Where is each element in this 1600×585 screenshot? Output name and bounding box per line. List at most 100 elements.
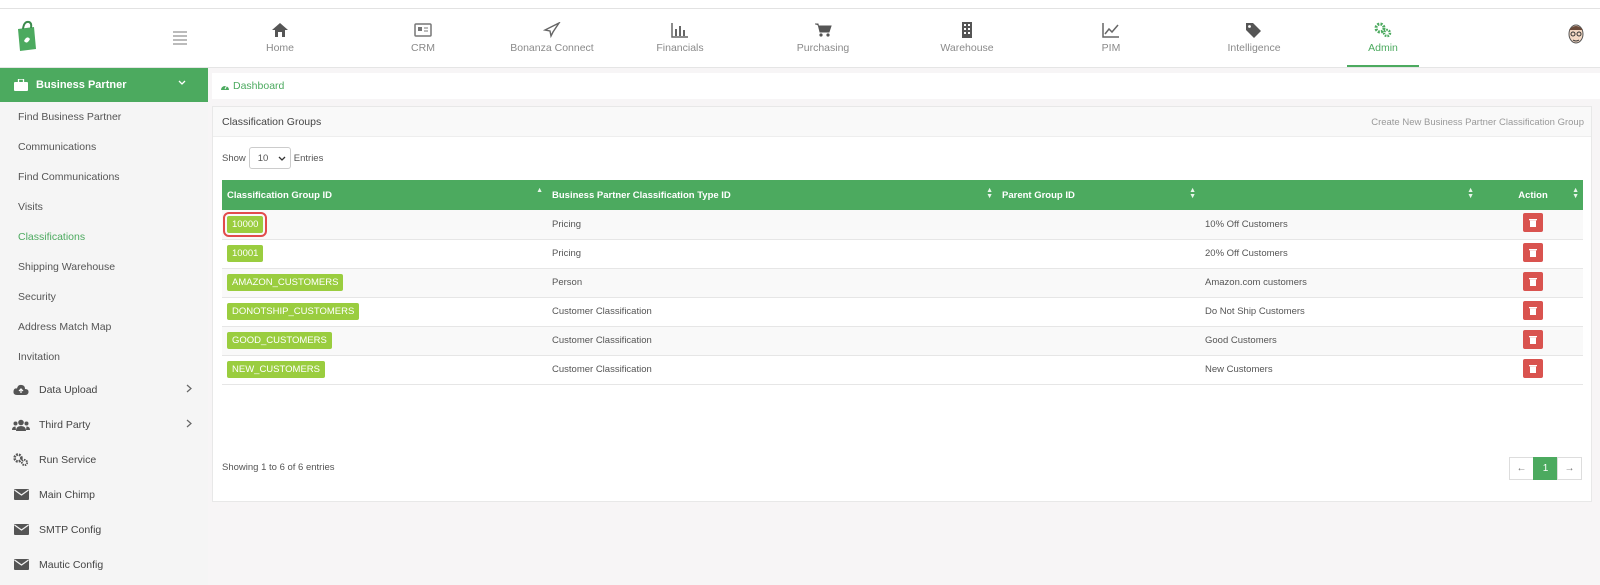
sidebar-group-main-chimp[interactable]: Main Chimp xyxy=(0,477,208,512)
sort-icon: ▲ ▼ xyxy=(986,187,993,200)
cart-icon xyxy=(815,23,832,37)
top-navigation: Home CRM Bonanza Connect Financials Purc… xyxy=(0,9,1600,68)
sidebar-item-invitation[interactable]: Invitation xyxy=(0,342,208,372)
nav-purchasing[interactable]: Purchasing xyxy=(773,9,873,67)
nav-bonanza-connect[interactable]: Bonanza Connect xyxy=(502,9,602,67)
description-cell: Do Not Ship Customers xyxy=(1205,306,1305,317)
column-header-classification-group-id[interactable]: Classification Group ID ▲ xyxy=(222,180,547,210)
delete-button[interactable] xyxy=(1523,300,1543,320)
column-header-description[interactable]: ▲ ▼ xyxy=(1200,180,1478,210)
breadcrumb: Dashboard xyxy=(212,73,1600,99)
panel-header: Classification Groups Create New Busines… xyxy=(213,107,1591,137)
table-header-row: Classification Group ID ▲ Business Partne… xyxy=(222,180,1583,210)
nav-label: Purchasing xyxy=(796,42,850,54)
entries-label: Entries xyxy=(293,152,324,164)
delete-button[interactable] xyxy=(1523,329,1543,349)
parent-cell xyxy=(997,239,1200,268)
entries-per-page-select[interactable]: 10 xyxy=(248,147,291,169)
sidebar-group-run-service[interactable]: Run Service xyxy=(0,442,208,477)
delete-button[interactable] xyxy=(1523,242,1543,262)
sidebar-item-address-match-map[interactable]: Address Match Map xyxy=(0,312,208,342)
column-header-parent-group-id[interactable]: Parent Group ID ▲ ▼ xyxy=(997,180,1200,210)
sidebar-item-shipping-warehouse[interactable]: Shipping Warehouse xyxy=(0,252,208,282)
type-cell: Customer Classification xyxy=(552,335,652,346)
delete-button[interactable] xyxy=(1523,271,1543,291)
description-cell: Good Customers xyxy=(1205,335,1277,346)
sidebar-group-smtp-config[interactable]: SMTP Config xyxy=(0,512,208,547)
sidebar-item-find-business-partner[interactable]: Find Business Partner xyxy=(0,102,208,132)
delete-button[interactable] xyxy=(1523,213,1543,233)
classification-id-link[interactable]: AMAZON_CUSTOMERS xyxy=(227,274,344,291)
crm-icon xyxy=(414,23,432,37)
pagination-next[interactable]: → xyxy=(1557,457,1582,480)
sidebar-item-communications[interactable]: Communications xyxy=(0,132,208,162)
sort-icon: ▲ ▼ xyxy=(1189,187,1196,200)
create-classification-group-link[interactable]: Create New Business Partner Classificati… xyxy=(1371,117,1584,128)
gears-icon xyxy=(1374,22,1392,38)
column-header-label: Business Partner Classification Type ID xyxy=(552,189,731,201)
classification-id-link[interactable]: 10001 xyxy=(227,245,264,262)
column-header-label: Parent Group ID xyxy=(1002,189,1075,201)
classification-id-link[interactable]: NEW_CUSTOMERS xyxy=(227,361,325,378)
nav-crm[interactable]: CRM xyxy=(373,9,473,67)
sort-asc-icon: ▲ xyxy=(536,187,543,194)
sidebar-group-label: SMTP Config xyxy=(39,523,102,536)
home-icon xyxy=(272,23,288,37)
classification-id-link[interactable]: DONOTSHIP_CUSTOMERS xyxy=(227,303,360,320)
nav-warehouse[interactable]: Warehouse xyxy=(917,9,1017,67)
nav-intelligence[interactable]: Intelligence xyxy=(1204,9,1304,67)
trash-icon xyxy=(1529,306,1537,315)
nav-label: Warehouse xyxy=(940,42,994,54)
chevron-down-icon xyxy=(278,156,286,161)
classification-id-link[interactable]: 10000 xyxy=(222,211,268,237)
trash-icon xyxy=(1529,248,1537,257)
table-row: 10000 Pricing 10% Off Customers xyxy=(222,210,1583,239)
sidebar-item-find-communications[interactable]: Find Communications xyxy=(0,162,208,192)
description-cell: New Customers xyxy=(1205,364,1273,375)
delete-button[interactable] xyxy=(1523,358,1543,378)
sidebar-group-label: Run Service xyxy=(39,453,97,466)
parent-cell xyxy=(997,326,1200,355)
envelope-icon xyxy=(13,489,29,500)
sort-icon: ▲ ▼ xyxy=(1572,187,1579,200)
menu-toggle-icon[interactable] xyxy=(173,31,187,47)
sidebar-group-mautic-config[interactable]: Mautic Config xyxy=(0,547,208,582)
tags-icon xyxy=(1246,23,1261,38)
user-avatar[interactable] xyxy=(1566,22,1586,48)
panel-title: Classification Groups xyxy=(222,116,322,128)
sidebar-section-business-partner[interactable]: Business Partner xyxy=(0,68,208,102)
column-header-action[interactable]: Action ▲ ▼ xyxy=(1478,180,1583,210)
breadcrumb-label: Dashboard xyxy=(233,80,285,92)
sidebar: Business Partner Find Business Partner C… xyxy=(0,68,208,585)
nav-home[interactable]: Home xyxy=(230,9,330,67)
cloud-upload-icon xyxy=(13,384,29,395)
building-icon xyxy=(962,22,972,38)
nav-label: Admin xyxy=(1368,42,1398,54)
pagination-page-1[interactable]: 1 xyxy=(1533,457,1558,480)
nav-financials[interactable]: Financials xyxy=(630,9,730,67)
column-header-classification-type-id[interactable]: Business Partner Classification Type ID ▲… xyxy=(547,180,997,210)
breadcrumb-dashboard[interactable]: Dashboard xyxy=(220,80,284,92)
paper-plane-icon xyxy=(543,22,561,38)
sidebar-group-third-party[interactable]: Third Party xyxy=(0,407,208,442)
trash-icon xyxy=(1529,277,1537,286)
sidebar-item-security[interactable]: Security xyxy=(0,282,208,312)
sidebar-section-label: Business Partner xyxy=(36,79,127,91)
show-label: Show xyxy=(222,152,246,164)
sidebar-item-visits[interactable]: Visits xyxy=(0,192,208,222)
classification-id-link[interactable]: GOOD_CUSTOMERS xyxy=(227,332,332,349)
app-logo-icon[interactable] xyxy=(14,19,38,53)
nav-pim[interactable]: PIM xyxy=(1061,9,1161,67)
sidebar-item-classifications[interactable]: Classifications xyxy=(0,222,208,252)
sidebar-group-label: Mautic Config xyxy=(39,558,104,571)
pagination-previous[interactable]: ← xyxy=(1509,457,1534,480)
nav-label: Financials xyxy=(656,42,704,54)
nav-admin[interactable]: Admin xyxy=(1347,9,1419,67)
sidebar-group-data-upload[interactable]: Data Upload xyxy=(0,372,208,407)
type-cell: Pricing xyxy=(552,248,582,259)
trash-icon xyxy=(1529,335,1537,344)
chevron-right-icon xyxy=(186,419,192,428)
envelope-icon xyxy=(13,559,29,570)
classification-groups-table: Classification Group ID ▲ Business Partne… xyxy=(222,180,1583,385)
type-cell: Customer Classification xyxy=(552,364,652,375)
